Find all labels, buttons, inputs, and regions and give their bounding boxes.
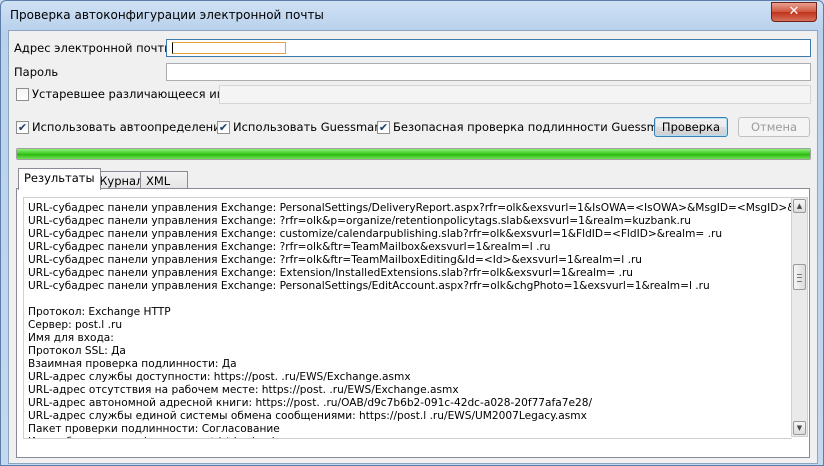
tab-results[interactable]: Результаты bbox=[18, 168, 101, 190]
legacy-dn-field[interactable] bbox=[219, 85, 811, 104]
autoconfig-dialog: Проверка автоконфигурации электронной по… bbox=[0, 0, 824, 466]
email-label: Адрес электронной почты bbox=[14, 41, 174, 55]
autodiscover-checkbox[interactable]: ✔ bbox=[16, 121, 29, 134]
secure-guessmart-label: Безопасная проверка подлинности Guessmar… bbox=[393, 120, 675, 134]
scroll-up-button[interactable]: ▲ bbox=[793, 199, 806, 213]
result-line: Имя субъекта сертификата: msstd:*.kuzban… bbox=[28, 436, 790, 438]
result-line bbox=[28, 293, 790, 306]
result-line: URL-адрес службы доступности: https://po… bbox=[28, 371, 411, 383]
results-log[interactable]: URL-субадрес панели управления Exchange:… bbox=[23, 197, 792, 439]
scroll-up-icon: ▲ bbox=[796, 202, 803, 210]
legacy-dn-label: Устаревшее различающееся имя bbox=[32, 87, 233, 101]
test-button[interactable]: Проверка bbox=[654, 117, 728, 137]
password-label: Пароль bbox=[14, 65, 59, 79]
scroll-down-button[interactable]: ▼ bbox=[793, 421, 806, 435]
close-icon: ✕ bbox=[788, 4, 800, 19]
scroll-down-icon: ▼ bbox=[796, 424, 803, 432]
progress-fill bbox=[17, 149, 810, 159]
result-line: URL-адрес автономной адресной книги: htt… bbox=[28, 397, 593, 409]
result-line: URL-субадрес панели управления Exchange:… bbox=[28, 241, 551, 253]
password-field[interactable] bbox=[166, 63, 811, 81]
email-field[interactable] bbox=[166, 39, 811, 57]
result-line: Имя для входа: bbox=[28, 332, 114, 344]
result-line: URL-адрес отсутствия на рабочем месте: h… bbox=[28, 384, 459, 396]
guessmart-label: Использовать Guessmart bbox=[233, 120, 384, 134]
results-panel: URL-субадрес панели управления Exchange:… bbox=[16, 188, 810, 458]
tab-results-label: Результаты bbox=[24, 171, 95, 185]
tab-log-label: Журнал bbox=[95, 174, 144, 188]
cancel-button[interactable]: Отмена bbox=[738, 117, 810, 137]
check-mark-icon: ✔ bbox=[378, 121, 389, 134]
result-line: URL-субадрес панели управления Exchange:… bbox=[28, 254, 643, 266]
result-line: URL-субадрес панели управления Exchange:… bbox=[28, 215, 691, 227]
guessmart-checkbox[interactable]: ✔ bbox=[217, 121, 230, 134]
check-mark-icon: ✔ bbox=[17, 121, 28, 134]
legacy-dn-checkbox[interactable] bbox=[16, 88, 29, 101]
result-line: Пакет проверки подлинности: Согласование bbox=[28, 423, 280, 435]
result-line: URL-субадрес панели управления Exchange:… bbox=[28, 280, 710, 292]
results-lines: URL-субадрес панели управления Exchange:… bbox=[28, 202, 792, 438]
result-line: URL-субадрес панели управления Exchange:… bbox=[28, 228, 723, 240]
results-scrollbar[interactable]: ▲ ▼ bbox=[791, 197, 808, 437]
result-line: Протокол: Exchange HTTP bbox=[28, 306, 171, 318]
window-title: Проверка автоконфигурации электронной по… bbox=[10, 8, 324, 22]
result-line: Сервер: post.l .ru bbox=[28, 319, 123, 331]
result-line: URL-адрес службы единой системы обмена с… bbox=[28, 410, 587, 422]
result-line: URL-субадрес панели управления Exchange:… bbox=[28, 202, 792, 214]
grip-icon bbox=[797, 274, 802, 282]
progress-bar bbox=[16, 148, 811, 160]
autodiscover-label: Использовать автоопределение bbox=[32, 120, 228, 134]
dialog-body: Адрес электронной почты Пароль Устаревше… bbox=[8, 30, 818, 464]
close-button[interactable]: ✕ bbox=[771, 2, 817, 22]
tab-xml-label: XML bbox=[146, 174, 171, 188]
secure-guessmart-checkbox[interactable]: ✔ bbox=[377, 121, 390, 134]
result-line: URL-субадрес панели управления Exchange:… bbox=[28, 267, 634, 279]
result-line: Протокол SSL: Да bbox=[28, 345, 126, 357]
title-bar[interactable]: Проверка автоконфигурации электронной по… bbox=[1, 1, 823, 29]
scroll-thumb[interactable] bbox=[793, 264, 806, 290]
check-mark-icon: ✔ bbox=[218, 121, 229, 134]
result-line: Взаимная проверка подлинности: Да bbox=[28, 358, 237, 370]
text-cursor bbox=[172, 42, 286, 54]
